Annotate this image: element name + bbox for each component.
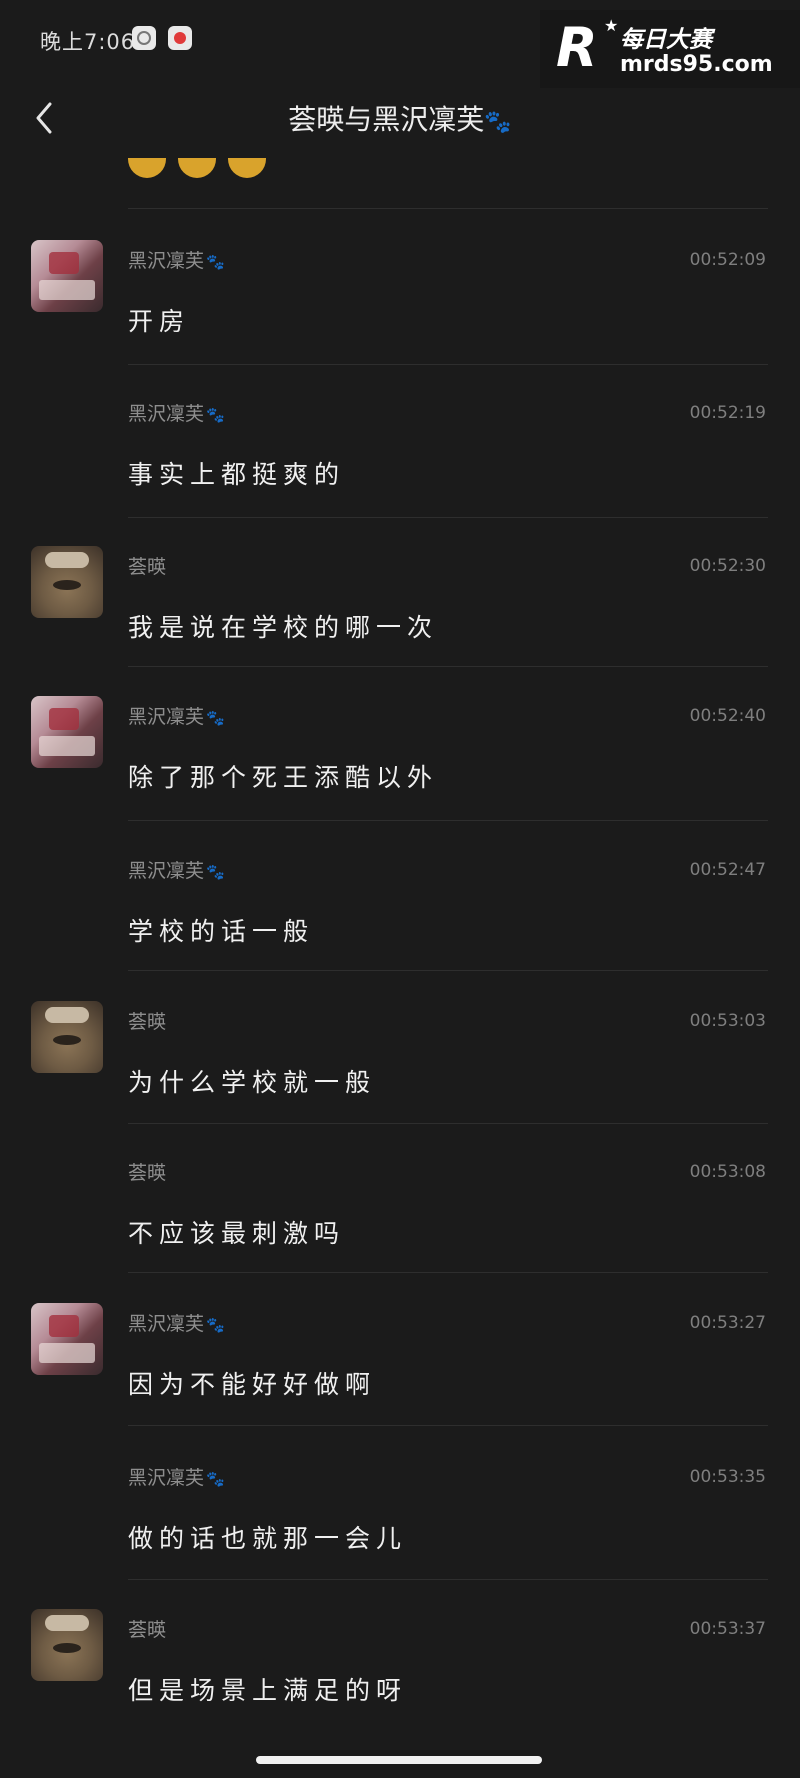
divider: [128, 970, 768, 971]
divider: [128, 666, 768, 667]
sender-name: 黑沢凜芙 🐾: [128, 1467, 225, 1489]
paw-icon: 🐾: [206, 253, 225, 271]
paw-icon: 🐾: [206, 709, 225, 727]
message-text: 除了那个死王添酷以外: [128, 763, 439, 792]
message-item[interactable]: 黑沢凜芙 🐾 00:52:47 学校的话一般: [0, 850, 800, 1002]
divider: [128, 1425, 768, 1426]
watermark-url: mrds95.com: [620, 52, 773, 77]
divider: [128, 208, 768, 209]
chat-title: 荟暎与黑沢凜芙🐾: [0, 98, 800, 138]
sender-name: 黑沢凜芙 🐾: [128, 403, 225, 425]
divider: [128, 364, 768, 365]
divider: [128, 1272, 768, 1273]
message-text: 不应该最刺激吗: [128, 1219, 346, 1248]
message-item[interactable]: 荟暎 00:52:30 我是说在学校的哪一次: [0, 546, 800, 698]
sender-name: 黑沢凜芙 🐾: [128, 706, 225, 728]
sender-name: 黑沢凜芙 🐾: [128, 860, 225, 882]
message-text: 做的话也就那一会儿: [128, 1524, 408, 1553]
timestamp: 00:53:27: [689, 1313, 766, 1333]
sender-name: 荟暎: [128, 1011, 167, 1033]
timestamp: 00:52:09: [689, 250, 766, 270]
divider: [128, 1579, 768, 1580]
message-text: 学校的话一般: [128, 917, 315, 946]
paw-icon: 🐾: [206, 1470, 225, 1488]
status-time: 晚上7:06: [40, 30, 136, 54]
timestamp: 00:53:37: [689, 1619, 766, 1639]
sender-name: 荟暎: [128, 1619, 167, 1641]
avatar[interactable]: [31, 546, 103, 618]
message-text: 但是场景上满足的呀: [128, 1676, 408, 1705]
paw-icon: 🐾: [484, 110, 512, 135]
message-text: 为什么学校就一般: [128, 1068, 377, 1097]
timestamp: 00:52:30: [689, 556, 766, 576]
avatar[interactable]: [31, 1609, 103, 1681]
avatar[interactable]: [31, 696, 103, 768]
notification-app-icon: [132, 26, 156, 50]
sender-name: 黑沢凜芙 🐾: [128, 1313, 225, 1335]
message-item[interactable]: 黑沢凜芙 🐾 00:52:40 除了那个死王添酷以外: [0, 696, 800, 848]
message-item[interactable]: 黑沢凜芙 🐾 00:52:19 事实上都挺爽的: [0, 393, 800, 545]
timestamp: 00:52:40: [689, 706, 766, 726]
avatar[interactable]: [31, 1001, 103, 1073]
timestamp: 00:53:08: [689, 1162, 766, 1182]
divider: [128, 820, 768, 821]
paw-icon: 🐾: [206, 406, 225, 424]
timestamp: 00:52:47: [689, 860, 766, 880]
divider: [128, 517, 768, 518]
chat-title-text: 荟暎与黑沢凜芙: [288, 103, 485, 136]
sender-name: 荟暎: [128, 1162, 167, 1184]
record-app-icon: [168, 26, 192, 50]
timestamp: 00:53:03: [689, 1011, 766, 1031]
sender-name: 黑沢凜芙 🐾: [128, 250, 225, 272]
message-item[interactable]: 黑沢凜芙 🐾 00:53:27 因为不能好好做啊: [0, 1303, 800, 1455]
sender-name: 荟暎: [128, 556, 167, 578]
message-text: 我是说在学校的哪一次: [128, 613, 439, 642]
home-indicator[interactable]: [256, 1756, 542, 1764]
message-item[interactable]: 黑沢凜芙 🐾 00:53:35 做的话也就那一会儿: [0, 1457, 800, 1609]
paw-icon: 🐾: [206, 1316, 225, 1334]
watermark-r-icon: R: [556, 16, 598, 79]
message-text: 开房: [128, 307, 191, 336]
message-item[interactable]: 荟暎 00:53:03 为什么学校就一般: [0, 1001, 800, 1153]
message-text: 事实上都挺爽的: [128, 460, 346, 489]
paw-icon: 🐾: [206, 863, 225, 881]
watermark-brand: 每日大赛: [620, 27, 712, 53]
divider: [128, 1123, 768, 1124]
timestamp: 00:53:35: [689, 1467, 766, 1487]
timestamp: 00:52:19: [689, 403, 766, 423]
message-item[interactable]: 荟暎 00:53:08 不应该最刺激吗: [0, 1152, 800, 1304]
avatar[interactable]: [31, 240, 103, 312]
previous-message-emoji: [128, 158, 268, 184]
message-item[interactable]: 黑沢凜芙 🐾 00:52:09 开房: [0, 240, 800, 392]
watermark-star-icon: ★: [604, 16, 619, 35]
message-item[interactable]: 荟暎 00:53:37 但是场景上满足的呀: [0, 1609, 800, 1739]
chat-header: 荟暎与黑沢凜芙🐾: [0, 80, 800, 160]
avatar[interactable]: [31, 1303, 103, 1375]
message-text: 因为不能好好做啊: [128, 1370, 377, 1399]
watermark-logo: R ★ 每日大赛 mrds95.com: [540, 10, 800, 88]
